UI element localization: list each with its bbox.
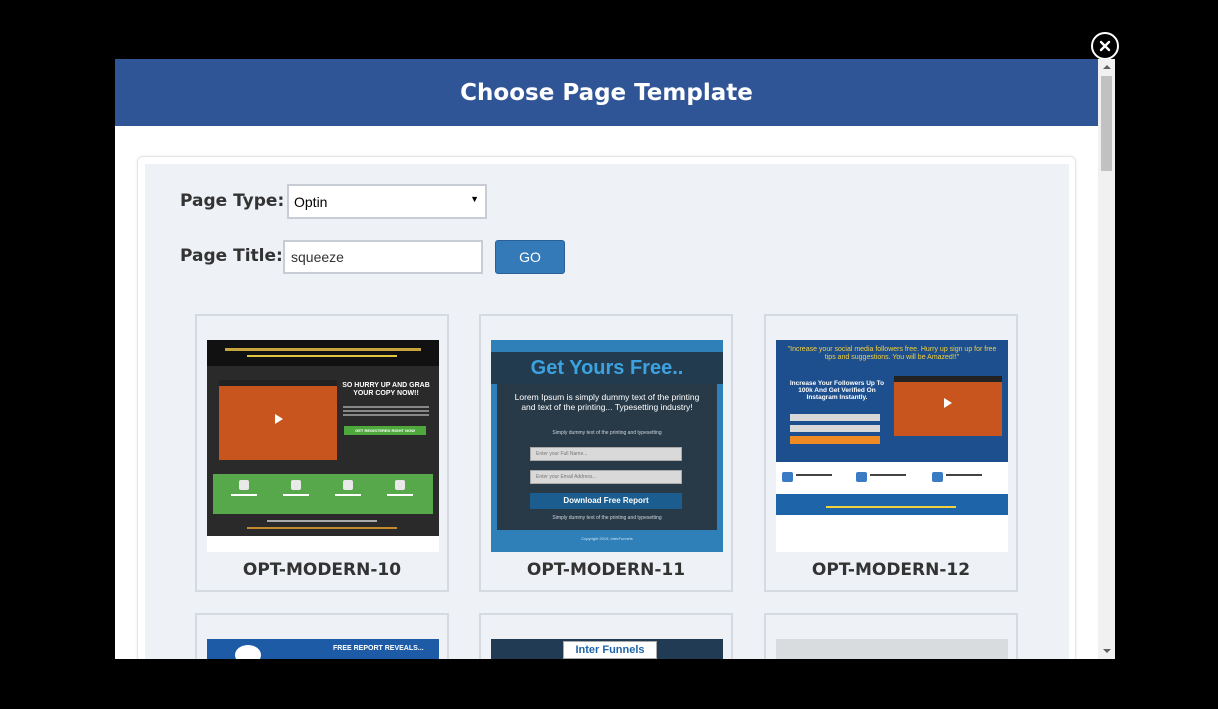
user-icon: [932, 472, 943, 482]
user-icon: [343, 480, 353, 490]
calendar-icon: [782, 472, 793, 482]
template-row-2: FREE REPORT REVEALS... Inter Funnels: [115, 600, 1098, 659]
play-icon: [275, 414, 283, 424]
calendar-icon: [239, 480, 249, 490]
template-thumbnail: [776, 639, 1008, 659]
close-icon: [1099, 40, 1111, 52]
page-title-input[interactable]: [283, 240, 483, 274]
template-card-opt-modern-11[interactable]: Get Yours Free.. Lorem Ipsum is simply d…: [479, 314, 733, 592]
template-thumbnail: "Increase your social media followers fr…: [776, 340, 1008, 552]
play-icon: [944, 398, 952, 408]
user-icon: [395, 480, 405, 490]
template-thumbnail: Get Yours Free.. Lorem Ipsum is simply d…: [491, 340, 723, 552]
modal-title: Choose Page Template: [460, 79, 753, 106]
modal-scrollbar[interactable]: [1098, 59, 1115, 659]
template-card[interactable]: [764, 613, 1018, 659]
template-thumbnail: Inter Funnels: [491, 639, 723, 659]
video-preview: [894, 376, 1002, 436]
go-button[interactable]: GO: [495, 240, 565, 274]
template-thumbnail: SO HURRY UP AND GRAB YOUR COPY NOW!! GET…: [207, 340, 439, 552]
template-card[interactable]: FREE REPORT REVEALS...: [195, 613, 449, 659]
close-button[interactable]: [1091, 32, 1119, 60]
template-card[interactable]: Inter Funnels: [479, 613, 733, 659]
template-card-opt-modern-12[interactable]: "Increase your social media followers fr…: [764, 314, 1018, 592]
scroll-up-button[interactable]: [1098, 61, 1115, 73]
arrow-down-icon: [1102, 649, 1111, 653]
modal-header: Choose Page Template: [115, 59, 1098, 126]
template-name: OPT-MODERN-12: [811, 560, 971, 580]
page-title-label: Page Title:: [180, 246, 283, 266]
template-card-opt-modern-10[interactable]: SO HURRY UP AND GRAB YOUR COPY NOW!! GET…: [195, 314, 449, 592]
page-type-label: Page Type:: [180, 191, 285, 211]
user-icon: [291, 480, 301, 490]
template-name: OPT-MODERN-10: [242, 560, 402, 580]
scroll-down-button[interactable]: [1098, 645, 1115, 657]
scroll-thumb[interactable]: [1101, 76, 1112, 171]
page-type-value: Optin: [294, 194, 328, 210]
chevron-down-icon: ▼: [470, 194, 479, 204]
page-type-select[interactable]: Optin ▼: [287, 184, 487, 219]
template-name: OPT-MODERN-11: [526, 560, 686, 580]
template-thumbnail: FREE REPORT REVEALS...: [207, 639, 439, 659]
monitor-icon: [856, 472, 867, 482]
arrow-up-icon: [1102, 65, 1111, 69]
video-preview: [219, 380, 337, 460]
